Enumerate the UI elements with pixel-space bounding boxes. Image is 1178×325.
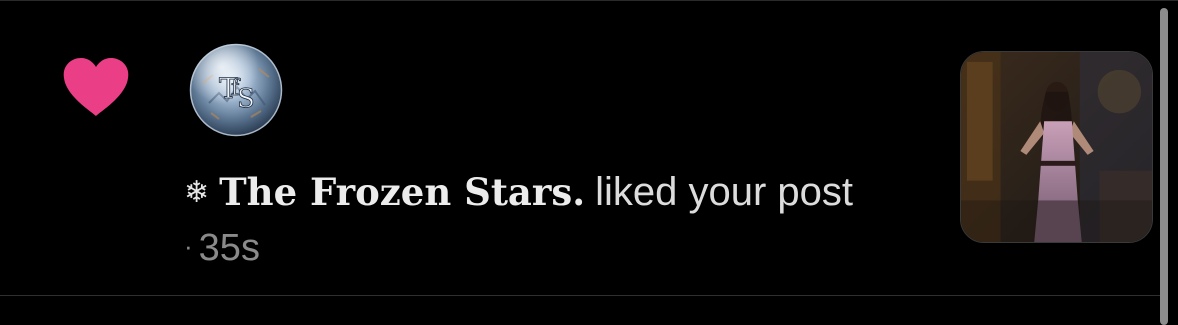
svg-text:S: S <box>237 84 255 114</box>
snowflake-icon: ❄ <box>184 175 210 210</box>
separator-dot: · <box>184 231 193 261</box>
scrollbar[interactable] <box>1160 8 1168 325</box>
notification-text: ❄ The Frozen Stars. liked your post <box>184 166 853 219</box>
action-text: liked your post <box>595 170 854 214</box>
bottom-divider <box>0 295 1160 296</box>
username-link[interactable]: The Frozen Stars. <box>219 170 585 214</box>
heart-icon <box>63 58 129 116</box>
top-divider <box>0 0 1178 1</box>
activity-screen: T f S ❄ The Frozen Stars. liked your post … <box>0 0 1178 325</box>
timestamp-line: · 35s <box>184 222 260 272</box>
avatar[interactable]: T f S <box>189 43 283 137</box>
post-thumbnail[interactable] <box>960 51 1153 243</box>
timestamp: 35s <box>198 227 260 269</box>
